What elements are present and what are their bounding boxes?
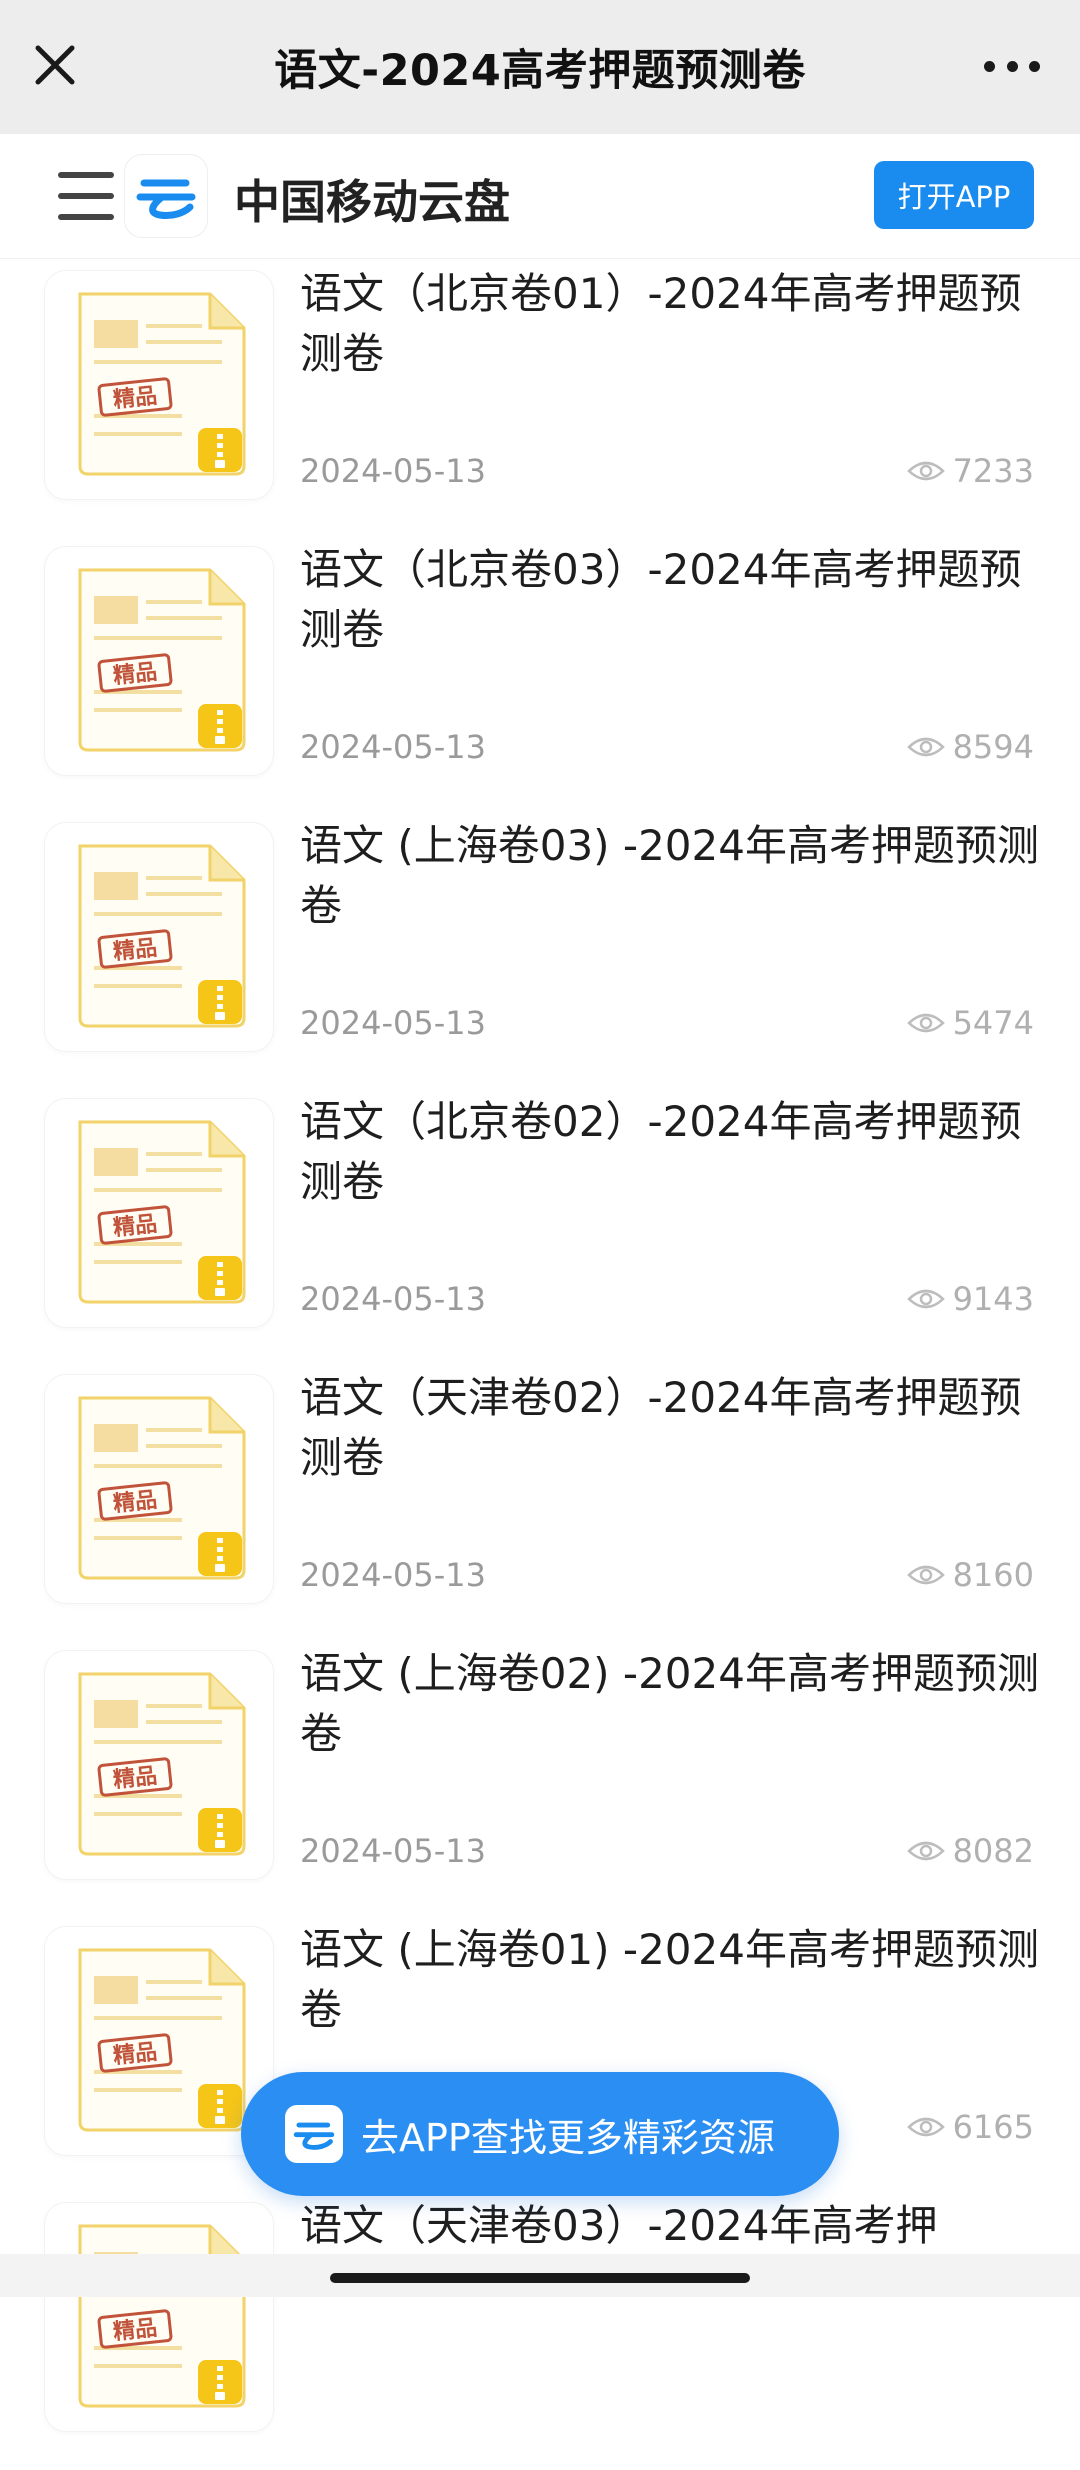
item-title[interactable]: 语文 (上海卷02) -2024年高考押题预测卷 <box>300 1644 1040 1764</box>
item-views: 9143 <box>906 1280 1034 1318</box>
document-thumbnail: 精品 <box>44 1098 274 1328</box>
premium-badge: 精品 <box>112 1487 158 1517</box>
eye-icon <box>906 461 945 481</box>
item-views: 8082 <box>906 1832 1034 1870</box>
zip-document-icon: 精品 <box>78 1396 246 1580</box>
brand-logo-icon <box>285 2105 343 2163</box>
zip-document-icon: 精品 <box>78 1948 246 2132</box>
list-item[interactable]: 精品 语文（北京卷02）-2024年高考押题预测卷 2024-05-13 9143 <box>0 1090 1080 1366</box>
item-date: 2024-05-13 <box>300 452 486 490</box>
item-views: 8594 <box>906 728 1034 766</box>
item-title[interactable]: 语文（北京卷03）-2024年高考押题预测卷 <box>300 540 1040 660</box>
document-thumbnail: 精品 <box>44 1374 274 1604</box>
document-thumbnail: 精品 <box>44 546 274 776</box>
eye-icon <box>906 1013 945 1033</box>
more-options-icon[interactable] <box>984 58 1040 74</box>
brand-logo-icon <box>124 154 208 238</box>
item-views: 8160 <box>906 1556 1034 1594</box>
home-indicator[interactable] <box>330 2273 750 2283</box>
document-thumbnail: 精品 <box>44 822 274 1052</box>
item-date: 2024-05-13 <box>300 1832 486 1870</box>
view-count: 8082 <box>952 1832 1034 1870</box>
view-count: 5474 <box>952 1004 1034 1042</box>
cta-label: 去APP查找更多精彩资源 <box>361 2115 775 2160</box>
document-thumbnail: 精品 <box>44 2202 274 2432</box>
premium-badge: 精品 <box>112 2315 158 2345</box>
list-item[interactable]: 精品 语文 (上海卷03) -2024年高考押题预测卷 2024-05-13 54… <box>0 814 1080 1090</box>
list-item[interactable]: 精品 语文（北京卷01）-2024年高考押题预测卷 2024-05-13 7233 <box>0 262 1080 538</box>
eye-icon <box>906 1841 945 1861</box>
eye-icon <box>906 1565 945 1585</box>
webview-title: 语文-2024高考押题预测卷 <box>274 46 806 96</box>
view-count: 8160 <box>952 1556 1034 1594</box>
premium-badge: 精品 <box>112 659 158 689</box>
open-app-button[interactable]: 打开APP <box>874 161 1034 229</box>
item-views: 6165 <box>906 2108 1034 2146</box>
list-item[interactable]: 精品 语文（北京卷03）-2024年高考押题预测卷 2024-05-13 8594 <box>0 538 1080 814</box>
webview-bar: 语文-2024高考押题预测卷 <box>0 0 1080 134</box>
item-date: 2024-05-13 <box>300 1280 486 1318</box>
eye-icon <box>906 737 945 757</box>
eye-icon <box>906 2117 945 2137</box>
item-date: 2024-05-13 <box>300 728 486 766</box>
item-title[interactable]: 语文 (上海卷01) -2024年高考押题预测卷 <box>300 1920 1040 2040</box>
item-date: 2024-05-13 <box>300 1556 486 1594</box>
menu-icon[interactable] <box>58 172 114 220</box>
zip-document-icon: 精品 <box>78 844 246 1028</box>
zip-document-icon: 精品 <box>78 568 246 752</box>
view-count: 6165 <box>952 2108 1034 2146</box>
item-views: 5474 <box>906 1004 1034 1042</box>
list-item[interactable]: 精品 语文（天津卷03）-2024年高考押 <box>0 2194 1080 2470</box>
premium-badge: 精品 <box>112 383 158 413</box>
view-count: 7233 <box>952 452 1034 490</box>
open-app-cta-button[interactable]: 去APP查找更多精彩资源 <box>241 2072 839 2196</box>
item-title[interactable]: 语文（北京卷01）-2024年高考押题预测卷 <box>300 264 1040 384</box>
app-header: 中国移动云盘 打开APP <box>0 134 1080 259</box>
item-title[interactable]: 语文（天津卷02）-2024年高考押题预测卷 <box>300 1368 1040 1488</box>
close-icon[interactable] <box>30 40 80 90</box>
item-views: 7233 <box>906 452 1034 490</box>
zip-document-icon: 精品 <box>78 292 246 476</box>
item-title[interactable]: 语文 (上海卷03) -2024年高考押题预测卷 <box>300 816 1040 936</box>
view-count: 9143 <box>952 1280 1034 1318</box>
view-count: 8594 <box>952 728 1034 766</box>
premium-badge: 精品 <box>112 1211 158 1241</box>
premium-badge: 精品 <box>112 935 158 965</box>
premium-badge: 精品 <box>112 2039 158 2069</box>
brand-name: 中国移动云盘 <box>234 175 510 229</box>
zip-document-icon: 精品 <box>78 1120 246 1304</box>
item-title[interactable]: 语文（北京卷02）-2024年高考押题预测卷 <box>300 1092 1040 1212</box>
item-title[interactable]: 语文（天津卷03）-2024年高考押 <box>300 2196 1040 2256</box>
list-item[interactable]: 精品 语文（天津卷02）-2024年高考押题预测卷 2024-05-13 8160 <box>0 1366 1080 1642</box>
premium-badge: 精品 <box>112 1763 158 1793</box>
item-date: 2024-05-13 <box>300 1004 486 1042</box>
zip-document-icon: 精品 <box>78 2224 246 2408</box>
eye-icon <box>906 1289 945 1309</box>
list-item[interactable]: 精品 语文 (上海卷02) -2024年高考押题预测卷 2024-05-13 80… <box>0 1642 1080 1918</box>
zip-document-icon: 精品 <box>78 1672 246 1856</box>
document-thumbnail: 精品 <box>44 1926 274 2156</box>
document-thumbnail: 精品 <box>44 1650 274 1880</box>
document-thumbnail: 精品 <box>44 270 274 500</box>
